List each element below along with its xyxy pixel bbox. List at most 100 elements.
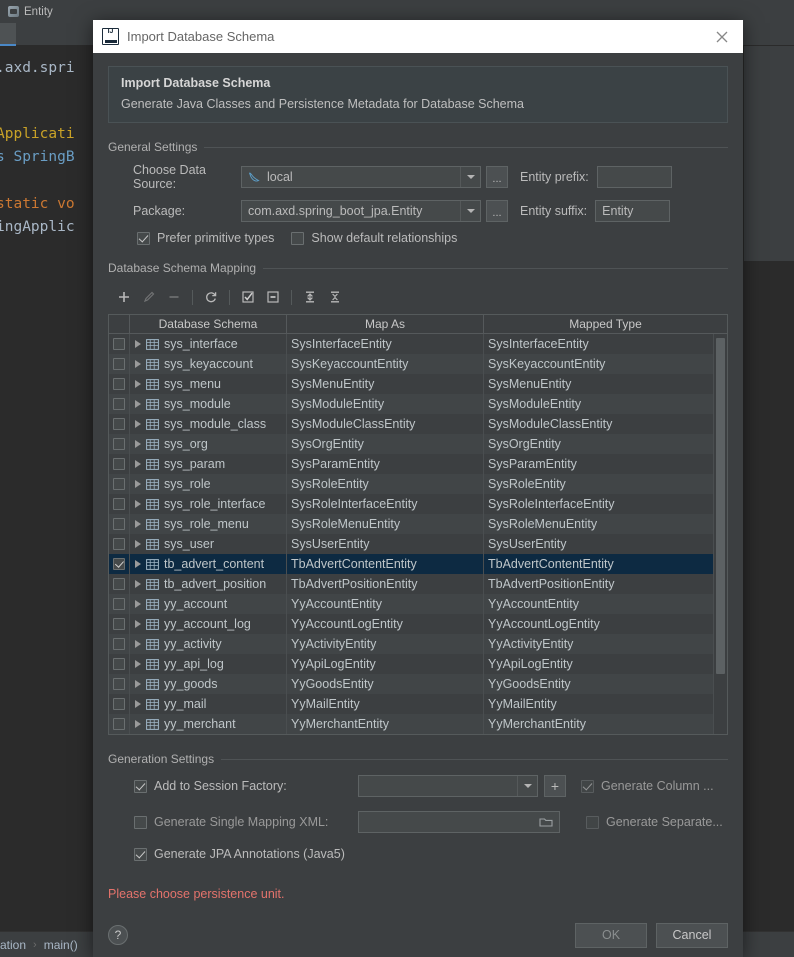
table-row[interactable]: yy_api_log YyApiLogEntity YyApiLogEntity <box>109 654 727 674</box>
row-mapped-type-cell[interactable]: YyActivityEntity <box>484 634 727 654</box>
row-map-as-cell[interactable]: SysOrgEntity <box>287 434 484 454</box>
expand-arrow-icon[interactable] <box>135 400 141 408</box>
help-button[interactable]: ? <box>108 925 128 945</box>
row-checkbox[interactable] <box>113 718 125 730</box>
row-map-as-cell[interactable]: SysRoleMenuEntity <box>287 514 484 534</box>
row-map-as-cell[interactable]: YyAccountLogEntity <box>287 614 484 634</box>
row-mapped-type-cell[interactable]: SysRoleMenuEntity <box>484 514 727 534</box>
expand-arrow-icon[interactable] <box>135 440 141 448</box>
row-map-as-cell[interactable]: SysKeyaccountEntity <box>287 354 484 374</box>
row-schema-cell[interactable]: yy_mail <box>130 694 287 714</box>
table-row[interactable]: yy_goods YyGoodsEntity YyGoodsEntity <box>109 674 727 694</box>
row-mapped-type-cell[interactable]: YyAccountEntity <box>484 594 727 614</box>
table-row[interactable]: sys_interface SysInterfaceEntity SysInterf… <box>109 334 727 354</box>
row-checkbox[interactable] <box>113 338 125 350</box>
row-checkbox-cell[interactable] <box>109 574 130 594</box>
row-checkbox-cell[interactable] <box>109 554 130 574</box>
table-row[interactable]: sys_menu SysMenuEntity SysMenuEntity <box>109 374 727 394</box>
row-checkbox[interactable] <box>113 458 125 470</box>
add-button[interactable] <box>112 286 136 308</box>
expand-arrow-icon[interactable] <box>135 380 141 388</box>
table-row[interactable]: sys_user SysUserEntity SysUserEntity <box>109 534 727 554</box>
ok-button[interactable]: OK <box>575 922 647 948</box>
expand-arrow-icon[interactable] <box>135 660 141 668</box>
collapse-all-button[interactable] <box>323 286 347 308</box>
expand-arrow-icon[interactable] <box>135 560 141 568</box>
row-map-as-cell[interactable]: SysModuleClassEntity <box>287 414 484 434</box>
table-row[interactable]: sys_role_menu SysRoleMenuEntity SysRoleMen… <box>109 514 727 534</box>
expand-arrow-icon[interactable] <box>135 640 141 648</box>
row-checkbox-cell[interactable] <box>109 674 130 694</box>
select-all-button[interactable] <box>236 286 260 308</box>
row-mapped-type-cell[interactable]: SysRoleEntity <box>484 474 727 494</box>
close-icon[interactable] <box>709 24 735 50</box>
expand-arrow-icon[interactable] <box>135 540 141 548</box>
table-row[interactable]: sys_org SysOrgEntity SysOrgEntity <box>109 434 727 454</box>
table-row[interactable]: sys_module SysModuleEntity SysModuleEntity <box>109 394 727 414</box>
row-map-as-cell[interactable]: SysRoleEntity <box>287 474 484 494</box>
expand-arrow-icon[interactable] <box>135 500 141 508</box>
row-checkbox-cell[interactable] <box>109 354 130 374</box>
row-map-as-cell[interactable]: TbAdvertContentEntity <box>287 554 484 574</box>
row-checkbox[interactable] <box>113 658 125 670</box>
table-row[interactable]: sys_role SysRoleEntity SysRoleEntity <box>109 474 727 494</box>
generate-column-checkbox[interactable]: Generate Column ... <box>581 779 714 793</box>
folder-icon[interactable] <box>539 816 553 828</box>
row-mapped-type-cell[interactable]: SysMenuEntity <box>484 374 727 394</box>
row-mapped-type-cell[interactable]: YyMailEntity <box>484 694 727 714</box>
row-checkbox[interactable] <box>113 698 125 710</box>
row-schema-cell[interactable]: sys_role_interface <box>130 494 287 514</box>
row-map-as-cell[interactable]: YyGoodsEntity <box>287 674 484 694</box>
row-schema-cell[interactable]: tb_advert_position <box>130 574 287 594</box>
row-checkbox-cell[interactable] <box>109 594 130 614</box>
cancel-button[interactable]: Cancel <box>656 922 728 948</box>
row-schema-cell[interactable]: sys_module_class <box>130 414 287 434</box>
row-map-as-cell[interactable]: SysMenuEntity <box>287 374 484 394</box>
add-session-factory-button[interactable]: + <box>544 775 566 797</box>
row-mapped-type-cell[interactable]: YyAccountLogEntity <box>484 614 727 634</box>
row-mapped-type-cell[interactable]: YyMerchantEntity <box>484 714 727 734</box>
row-checkbox-cell[interactable] <box>109 534 130 554</box>
row-map-as-cell[interactable]: SysInterfaceEntity <box>287 334 484 354</box>
table-row[interactable]: yy_mail YyMailEntity YyMailEntity <box>109 694 727 714</box>
table-row[interactable]: yy_account YyAccountEntity YyAccountEntity <box>109 594 727 614</box>
row-mapped-type-cell[interactable]: SysUserEntity <box>484 534 727 554</box>
row-checkbox[interactable] <box>113 678 125 690</box>
schema-table[interactable]: Database Schema Map As Mapped Type sys_i… <box>108 314 728 735</box>
row-checkbox-cell[interactable] <box>109 614 130 634</box>
session-factory-combo[interactable] <box>358 775 538 797</box>
expand-all-button[interactable] <box>298 286 322 308</box>
table-vertical-scrollbar[interactable] <box>713 334 727 734</box>
row-map-as-cell[interactable]: SysParamEntity <box>287 454 484 474</box>
table-row[interactable]: tb_advert_content TbAdvertContentEntity Tb… <box>109 554 727 574</box>
row-checkbox-cell[interactable] <box>109 374 130 394</box>
expand-arrow-icon[interactable] <box>135 620 141 628</box>
table-row[interactable]: yy_account_log YyAccountLogEntity YyAccoun… <box>109 614 727 634</box>
row-checkbox[interactable] <box>113 398 125 410</box>
row-schema-cell[interactable]: yy_goods <box>130 674 287 694</box>
row-mapped-type-cell[interactable]: SysKeyaccountEntity <box>484 354 727 374</box>
row-schema-cell[interactable]: sys_org <box>130 434 287 454</box>
entity-suffix-input[interactable]: Entity <box>595 200 671 222</box>
generate-separate-checkbox[interactable]: Generate Separate... <box>586 815 723 829</box>
table-header-map-as[interactable]: Map As <box>287 315 484 333</box>
row-checkbox-cell[interactable] <box>109 434 130 454</box>
row-checkbox-cell[interactable] <box>109 714 130 734</box>
expand-arrow-icon[interactable] <box>135 340 141 348</box>
data-source-browse-button[interactable]: ... <box>486 166 508 188</box>
table-row[interactable]: yy_activity YyActivityEntity YyActivityEnt… <box>109 634 727 654</box>
refresh-button[interactable] <box>199 286 223 308</box>
row-mapped-type-cell[interactable]: SysInterfaceEntity <box>484 334 727 354</box>
row-schema-cell[interactable]: sys_interface <box>130 334 287 354</box>
table-row[interactable]: sys_role_interface SysRoleInterfaceEntity… <box>109 494 727 514</box>
row-checkbox-cell[interactable] <box>109 514 130 534</box>
row-checkbox-cell[interactable] <box>109 334 130 354</box>
row-map-as-cell[interactable]: YyApiLogEntity <box>287 654 484 674</box>
row-checkbox[interactable] <box>113 438 125 450</box>
row-checkbox[interactable] <box>113 558 125 570</box>
package-browse-button[interactable]: ... <box>486 200 508 222</box>
row-map-as-cell[interactable]: SysUserEntity <box>287 534 484 554</box>
row-schema-cell[interactable]: sys_user <box>130 534 287 554</box>
row-mapped-type-cell[interactable]: SysRoleInterfaceEntity <box>484 494 727 514</box>
breadcrumb-item-0[interactable]: ation <box>0 938 26 952</box>
